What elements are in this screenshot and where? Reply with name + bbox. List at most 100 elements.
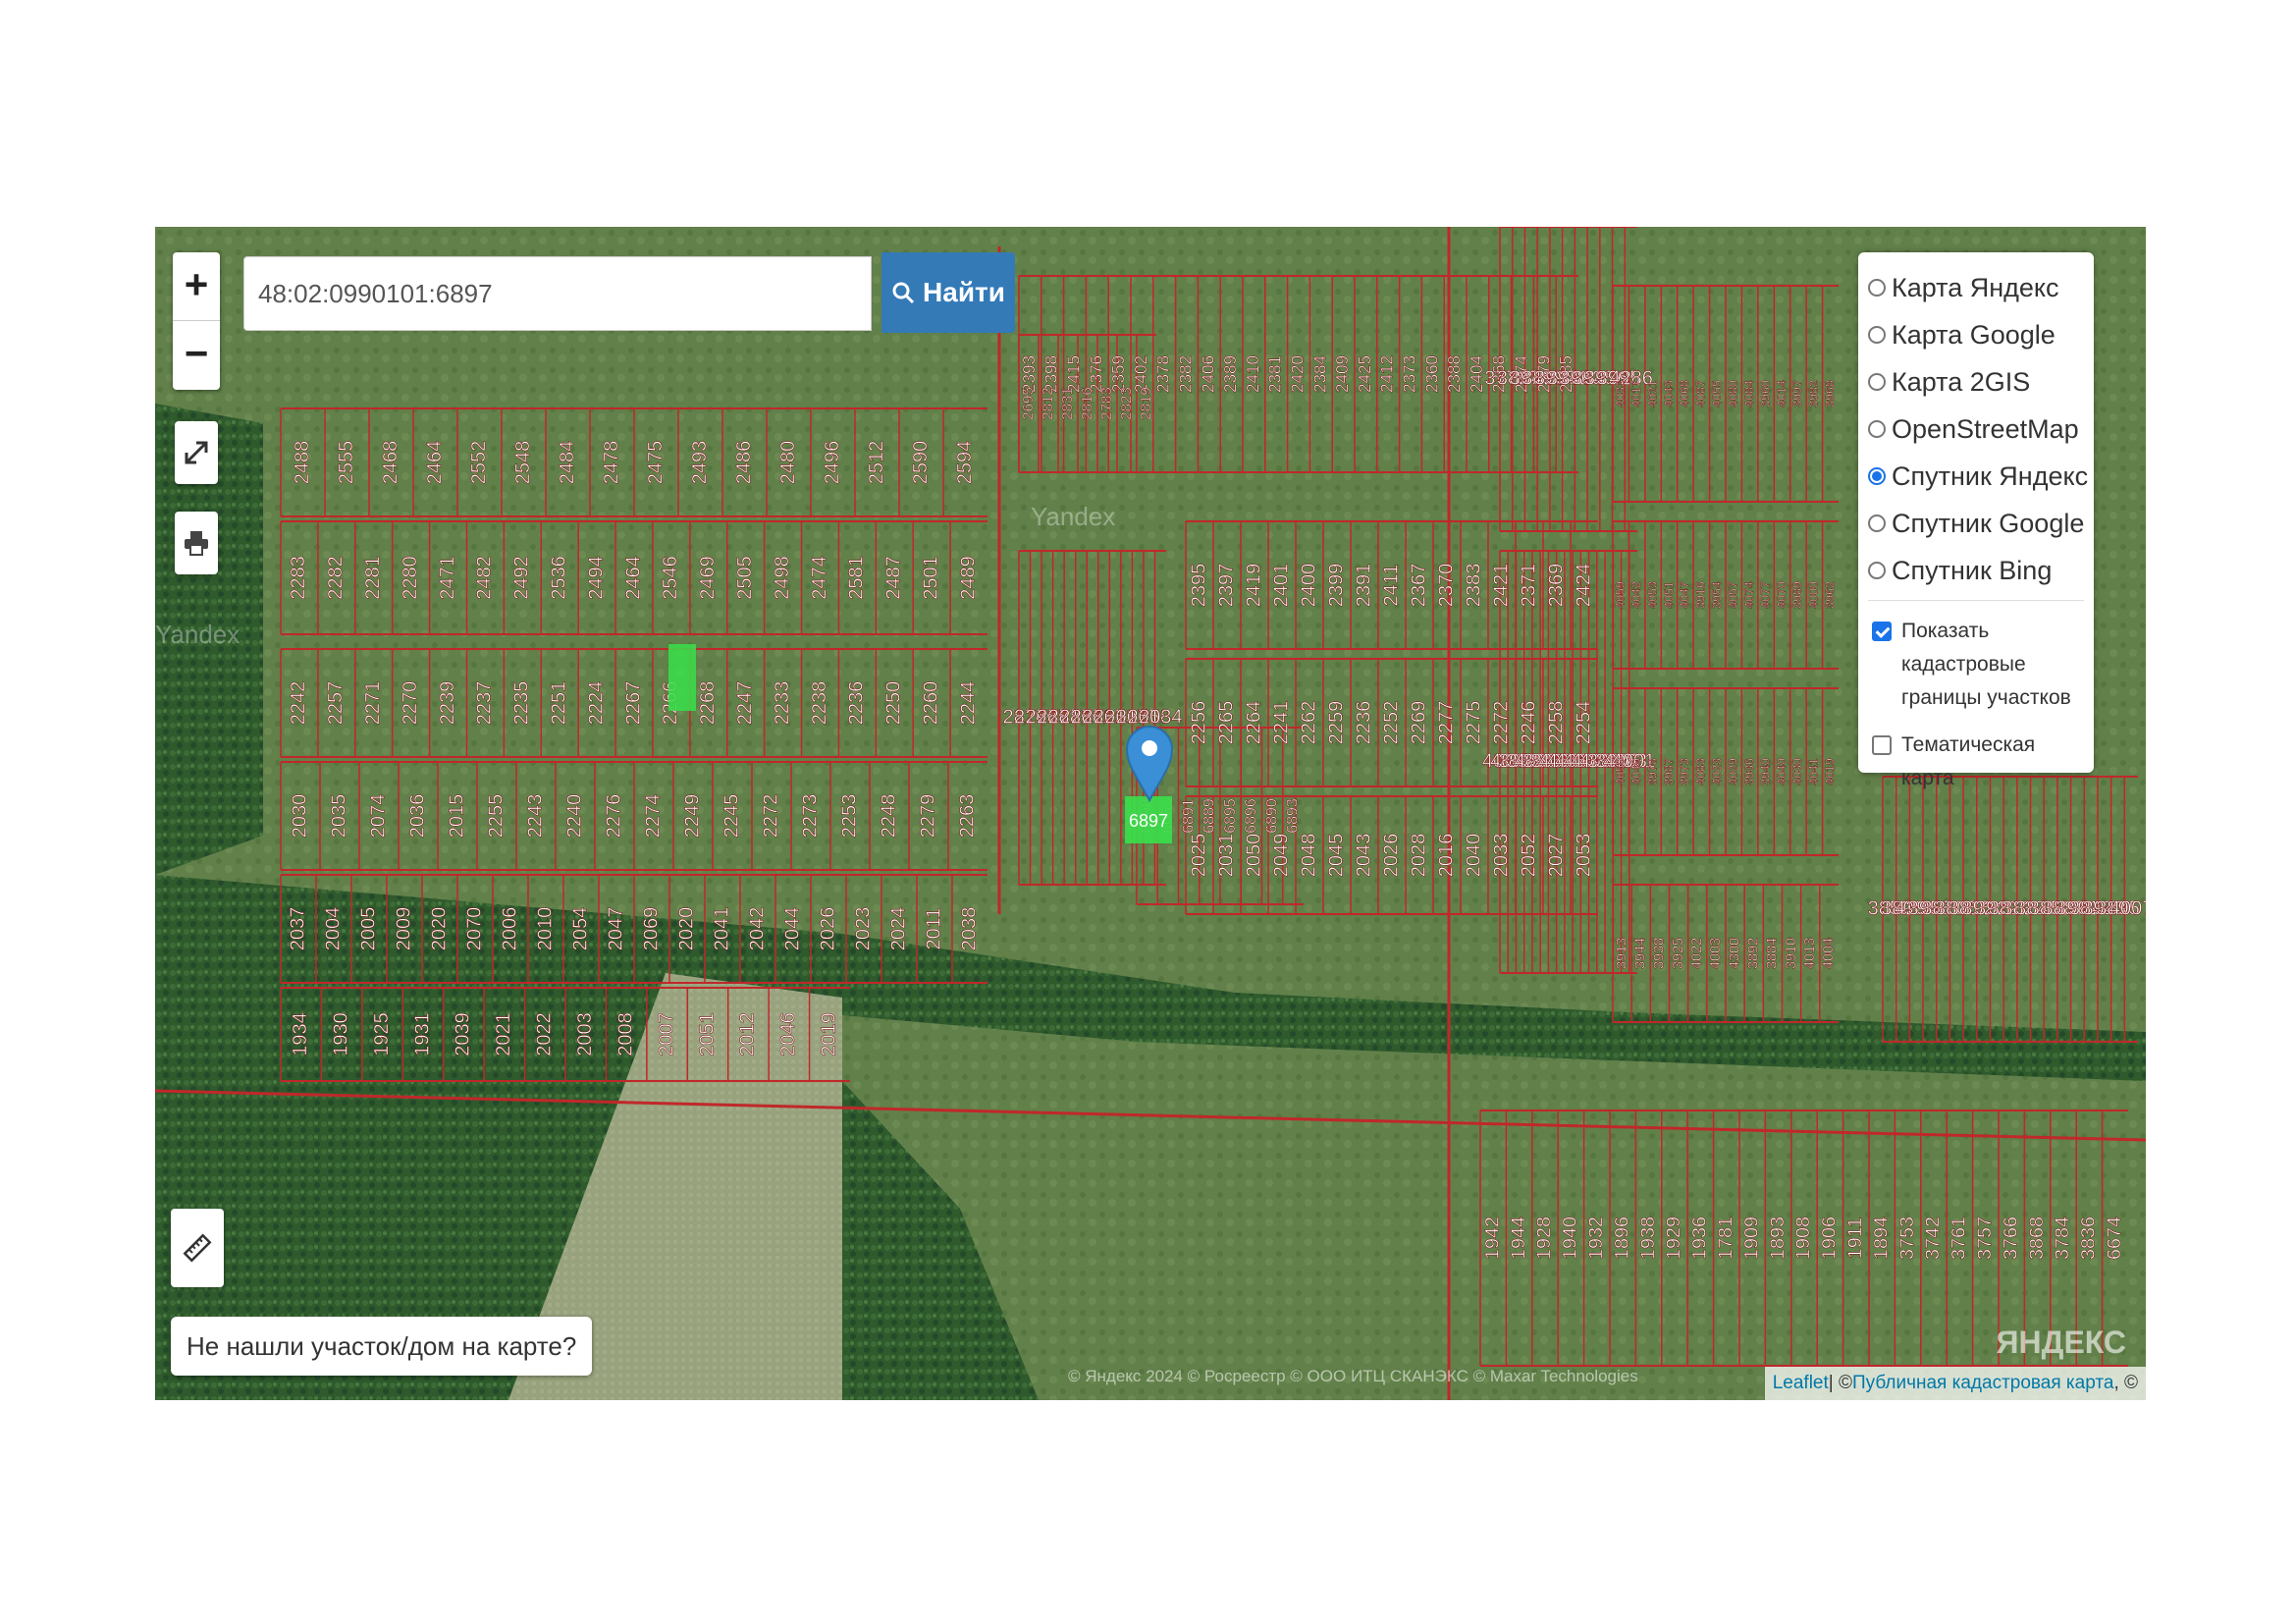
parcel-number[interactable]: 2038 <box>958 906 981 951</box>
parcel-number[interactable]: 4087 <box>1693 380 1708 407</box>
parcel-number[interactable]: 2478 <box>600 440 622 485</box>
zoom-out-button[interactable]: − <box>173 320 220 389</box>
parcel-number[interactable]: 2047 <box>605 906 627 951</box>
parcel-number[interactable]: 2012 <box>736 1012 759 1056</box>
parcel-number[interactable]: 2376 <box>1087 355 1106 394</box>
parcel-number[interactable]: 4049 <box>1629 758 1644 785</box>
parcel-number[interactable]: 2035 <box>328 793 350 839</box>
parcel-number[interactable]: 3892 <box>1745 938 1762 970</box>
parcel-number[interactable]: 2425 <box>1356 355 1375 394</box>
parcel-number[interactable]: 2025 <box>1188 833 1210 878</box>
parcel-number[interactable]: 2248 <box>878 793 900 839</box>
parcel-number[interactable]: 2384 <box>1310 355 1330 394</box>
parcel-number[interactable]: 2276 <box>603 793 625 839</box>
parcel-number[interactable]: 2270 <box>400 680 422 726</box>
parcel-number[interactable]: 2040 <box>1463 833 1485 878</box>
layer-option[interactable]: Карта Яндекс <box>1868 264 2084 311</box>
parcel-number[interactable]: 2409 <box>1333 355 1353 394</box>
parcel-number[interactable]: 2044 <box>781 906 804 951</box>
parcel-number[interactable]: 1930 <box>330 1012 352 1056</box>
layer-option[interactable]: OpenStreetMap <box>1868 406 2084 453</box>
parcel-number[interactable]: 2239 <box>437 680 459 726</box>
parcel-number[interactable]: 3973 <box>1678 758 1692 785</box>
parcel-number[interactable]: 3960 <box>1758 380 1773 407</box>
parcel-number[interactable]: 2419 <box>1243 563 1265 608</box>
parcel-number[interactable]: 2022 <box>533 1012 556 1056</box>
parcel-number[interactable]: 2468 <box>379 440 401 485</box>
parcel-number[interactable]: 3761 <box>1948 1217 1970 1261</box>
parcel-number[interactable]: 4003 <box>1708 938 1725 970</box>
parcel-number[interactable]: 2033 <box>1490 833 1513 878</box>
not-found-button[interactable]: Не нашли участок/дом на карте? <box>171 1317 593 1376</box>
parcel-number[interactable]: 2493 <box>688 440 711 485</box>
parcel-number[interactable]: 4047 <box>1678 581 1692 609</box>
parcel-number[interactable]: 2030 <box>289 793 311 839</box>
parcel-number[interactable]: 2272 <box>1490 700 1513 745</box>
parcel-number[interactable]: 2512 <box>865 440 887 485</box>
parcel-number[interactable]: 2271 <box>362 680 385 726</box>
parcel-number[interactable]: 3978 <box>1645 758 1660 785</box>
parcel-number[interactable]: 2262 <box>1298 700 1320 745</box>
layer-option[interactable]: Карта 2GIS <box>1868 358 2084 406</box>
parcel-number[interactable]: 2019 <box>818 1012 840 1056</box>
parcel-number[interactable]: 3997 <box>1790 380 1805 407</box>
parcel-number[interactable]: 3884 <box>1764 938 1781 970</box>
layer-radio[interactable] <box>1868 420 1886 438</box>
layer-radio[interactable] <box>1868 514 1886 532</box>
parcel-number[interactable]: 2048 <box>1298 833 1320 878</box>
parcel-number[interactable]: 4022 <box>1689 938 1706 970</box>
parcel-number[interactable]: 2816 <box>1079 387 1096 420</box>
parcel-number[interactable]: 4042 <box>1629 581 1644 609</box>
parcel-number[interactable]: 3954 <box>1710 581 1725 609</box>
parcel-number[interactable]: 3989 <box>1790 581 1805 609</box>
parcel-number[interactable]: 1893 <box>1767 1217 1789 1261</box>
parcel-number[interactable]: 4059 <box>1613 581 1628 609</box>
parcel-number[interactable]: 2265 <box>1215 700 1238 745</box>
parcel-number[interactable]: 2401 <box>1270 563 1293 608</box>
parcel-number[interactable]: 2389 <box>1221 355 1241 394</box>
parcel-number[interactable]: 2399 <box>1325 563 1348 608</box>
layer-radio[interactable] <box>1868 467 1886 485</box>
pkk-link[interactable]: Публичная кадастровая карта <box>1852 1373 2113 1394</box>
parcel-number[interactable]: 2546 <box>660 556 682 600</box>
parcel-number[interactable]: 2484 <box>556 440 578 485</box>
parcel-number[interactable]: 2042 <box>746 906 769 951</box>
parcel-number[interactable]: 2486 <box>732 440 755 485</box>
parcel-number[interactable]: 3836 <box>2077 1217 2100 1261</box>
parcel-number[interactable]: 2400 <box>1298 563 1320 608</box>
parcel-number[interactable]: 2046 <box>777 1012 800 1056</box>
parcel-number[interactable]: 2039 <box>452 1012 474 1056</box>
parcel-number[interactable]: 2498 <box>772 556 794 600</box>
parcel-number[interactable]: 2471 <box>437 556 459 600</box>
parcel-number[interactable]: 2548 <box>511 440 534 485</box>
parcel-number[interactable]: 1908 <box>1792 1217 1815 1261</box>
parcel-number[interactable]: 2475 <box>644 440 667 485</box>
parcel-number[interactable]: 4084 <box>1742 380 1757 407</box>
thematic-overlay-toggle[interactable]: Тематическая карта <box>1868 729 2084 795</box>
parcel-number[interactable]: 2031 <box>1215 833 1238 878</box>
parcel-number[interactable]: 3753 <box>1896 1217 1919 1261</box>
parcel-number[interactable]: 2241 <box>1270 700 1293 745</box>
parcel-number[interactable]: 1932 <box>1585 1217 1608 1261</box>
parcel-number[interactable]: 2412 <box>1377 355 1397 394</box>
parcel-number[interactable]: 2257 <box>325 680 347 726</box>
parcel-number[interactable]: 1931 <box>411 1012 434 1056</box>
parcel-number[interactable]: 4050 <box>1613 758 1628 785</box>
parcel-number[interactable]: 3766 <box>2000 1217 2022 1261</box>
parcel-number[interactable]: 2250 <box>882 680 905 726</box>
parcel-number[interactable]: 2045 <box>1325 833 1348 878</box>
leaflet-link[interactable]: Leaflet <box>1773 1373 1829 1394</box>
parcel-number[interactable]: 1928 <box>1533 1217 1556 1261</box>
parcel-number[interactable]: 1925 <box>371 1012 394 1056</box>
parcel-number[interactable]: 2027 <box>1545 833 1568 878</box>
parcel-number[interactable]: 2023 <box>852 906 875 951</box>
parcel-number[interactable]: 6890 <box>1263 798 1281 834</box>
parcel-number[interactable]: 2831 <box>1059 387 1077 420</box>
parcel-number[interactable]: 2359 <box>1109 355 1129 394</box>
parcel-number[interactable]: 4043 <box>1661 380 1676 407</box>
parcel-number[interactable]: 3742 <box>1922 1217 1945 1261</box>
parcel-number[interactable]: 4300 <box>1727 938 1743 970</box>
parcel-number[interactable]: 2028 <box>1408 833 1430 878</box>
parcel-number[interactable]: 2496 <box>821 440 843 485</box>
parcel-number[interactable]: 6674 <box>2104 1217 2126 1261</box>
